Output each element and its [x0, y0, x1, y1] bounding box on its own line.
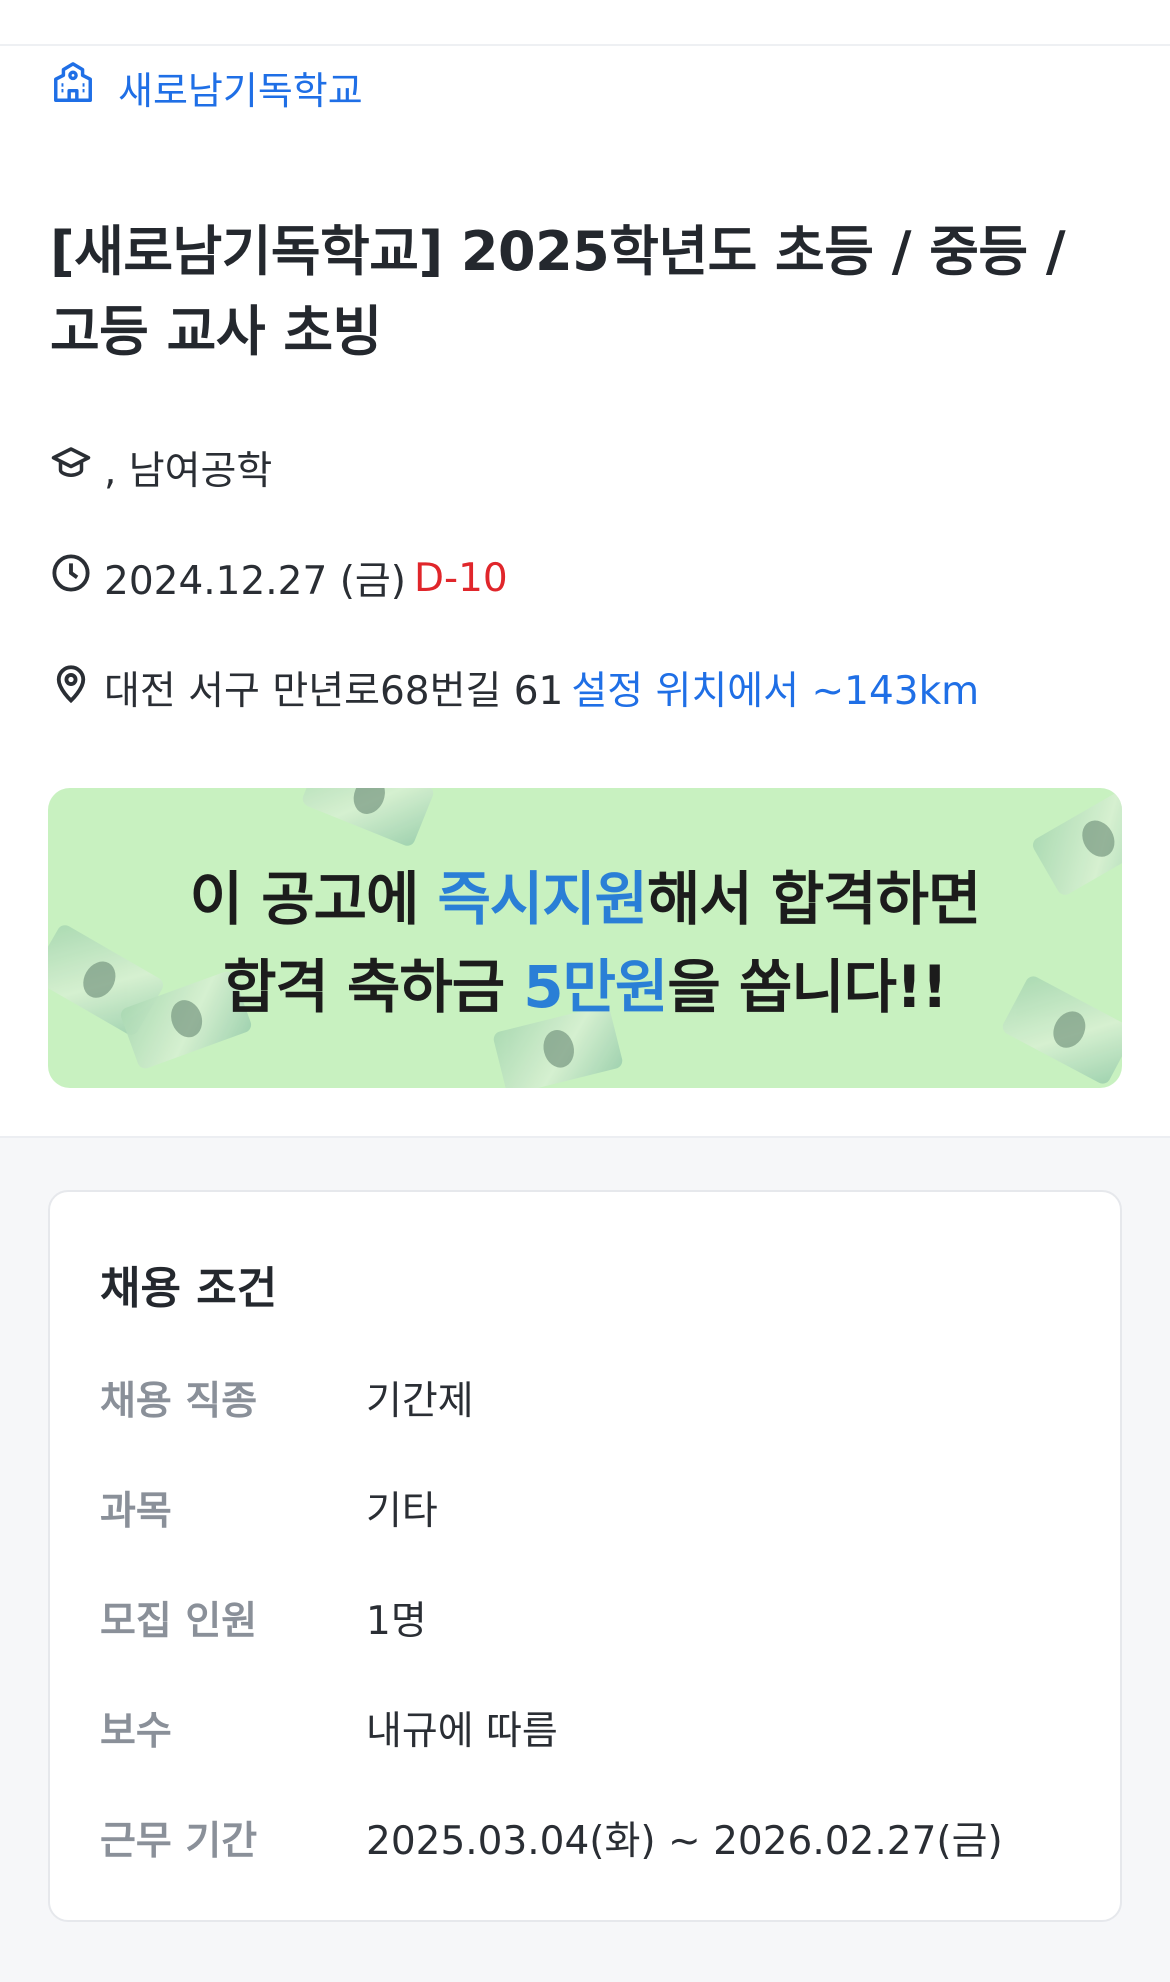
promo-banner[interactable]: 이 공고에 즉시지원해서 합격하면 합격 축하금 5만원을 쏩니다!! — [48, 788, 1122, 1088]
condition-row: 과목 기타 — [100, 1480, 438, 1536]
banner-line-1: 이 공고에 즉시지원해서 합격하면 — [189, 865, 982, 933]
condition-value: 내규에 따름 — [366, 1709, 558, 1754]
location-row: 대전 서구 만년로68번길 61 설정 위치에서 ~143km — [50, 660, 979, 716]
deadline-row: 2024.12.27 (금) D-10 — [50, 550, 508, 606]
condition-label: 보수 — [100, 1709, 172, 1754]
conditions-card: 채용 조건 채용 직종 기간제 과목 기타 모집 인원 1명 보수 내규에 따름… — [48, 1190, 1122, 1922]
card-title: 채용 조건 — [100, 1263, 278, 1314]
school-name: 새로남기독학교 — [118, 69, 363, 113]
top-bar — [0, 0, 1170, 46]
condition-value: 1명 — [366, 1599, 427, 1644]
condition-label: 채용 직종 — [100, 1379, 258, 1424]
school-level-text: , 남여공학 — [104, 449, 273, 494]
job-title: [새로남기독학교] 2025학년도 초등 / 중등 / 고등 교사 초빙 — [50, 220, 1066, 363]
deadline-date: 2024.12.27 (금) — [104, 559, 407, 604]
condition-label: 모집 인원 — [100, 1599, 258, 1644]
graduation-cap-icon — [50, 442, 104, 494]
distance-link[interactable]: 설정 위치에서 ~143km — [571, 660, 979, 716]
condition-row: 채용 직종 기간제 — [100, 1370, 474, 1426]
address-text: 대전 서구 만년로68번길 61 — [104, 669, 564, 714]
location-pin-icon — [50, 662, 104, 714]
banknote-image — [300, 788, 436, 849]
condition-row: 근무 기간 2025.03.04(화) ~ 2026.02.27(금) — [100, 1810, 1003, 1866]
condition-row: 모집 인원 1명 — [100, 1590, 427, 1646]
condition-row: 보수 내규에 따름 — [100, 1700, 558, 1756]
condition-value: 2025.03.04(화) ~ 2026.02.27(금) — [366, 1819, 1003, 1864]
condition-label: 과목 — [100, 1489, 172, 1534]
d-day-badge: D-10 — [414, 555, 508, 601]
school-link[interactable]: 새로남기독학교 — [50, 60, 363, 115]
school-building-icon — [50, 60, 96, 115]
condition-label: 근무 기간 — [100, 1819, 258, 1864]
condition-value: 기타 — [366, 1489, 438, 1534]
clock-icon — [50, 552, 104, 604]
condition-value: 기간제 — [366, 1379, 474, 1424]
school-level-row: , 남여공학 — [50, 440, 272, 496]
banner-line-2: 합격 축하금 5만원을 쏩니다!! — [223, 953, 948, 1021]
